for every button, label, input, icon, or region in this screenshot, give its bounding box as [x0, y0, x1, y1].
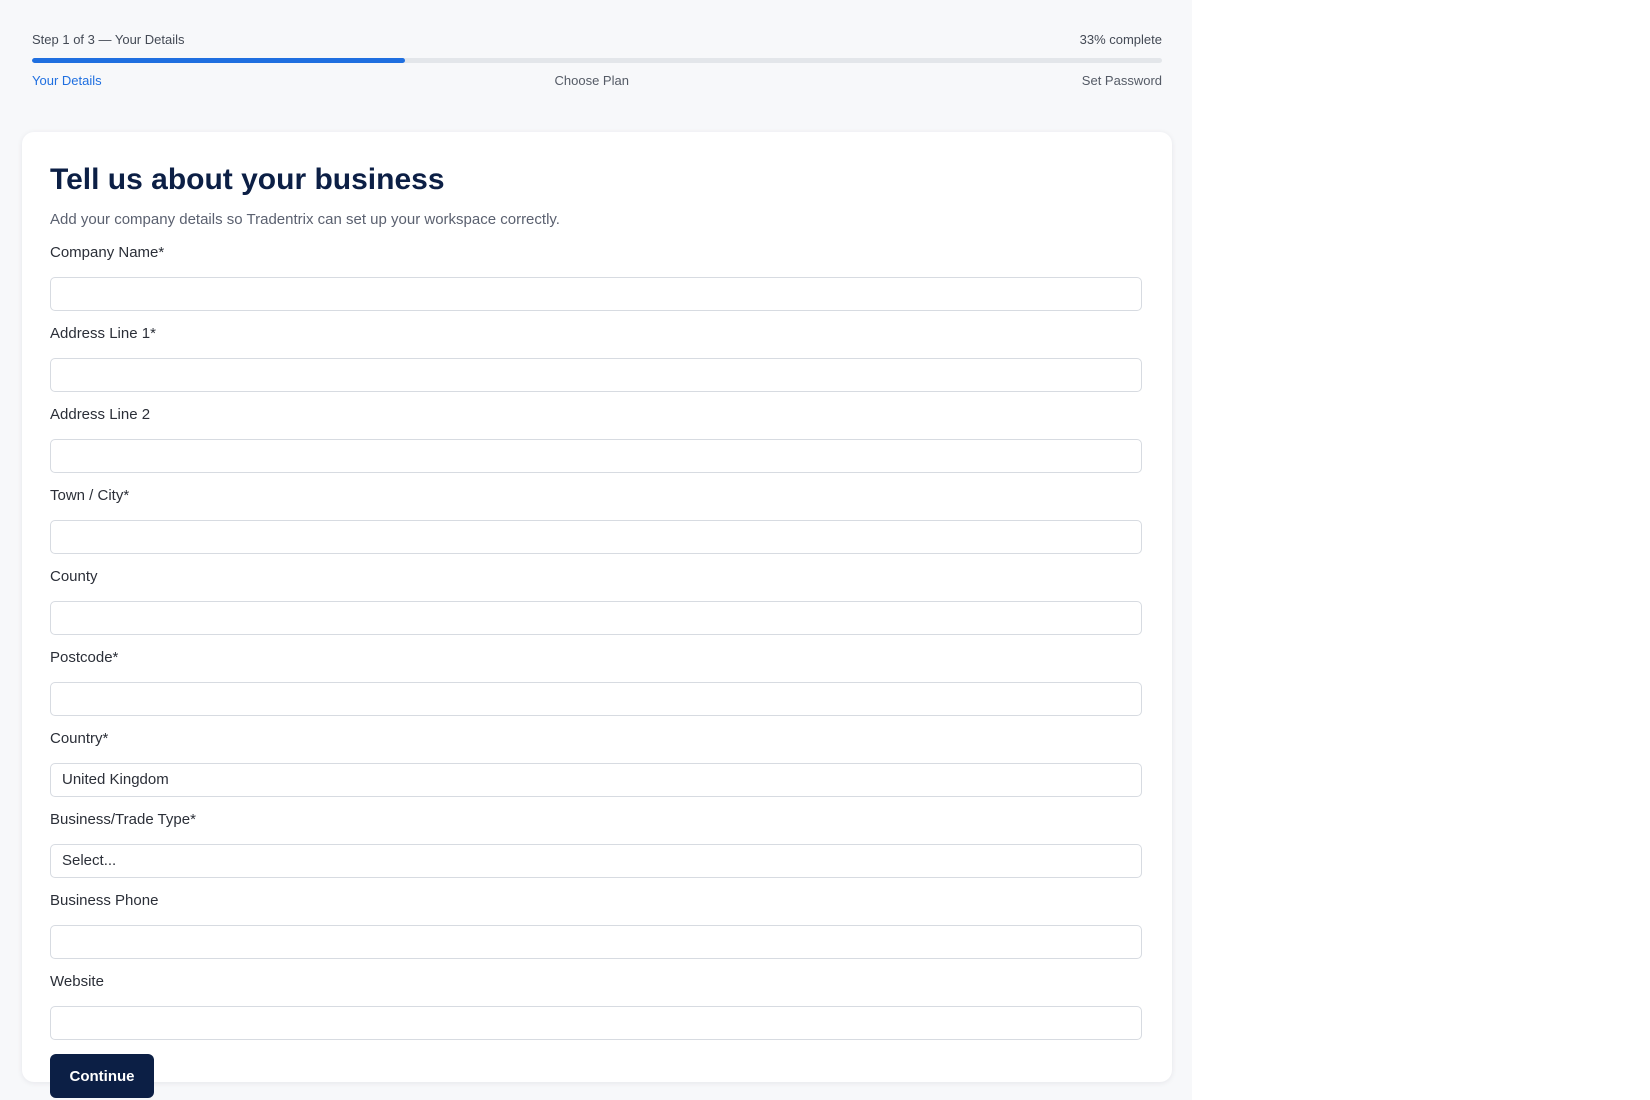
address-line-2-input[interactable] — [50, 439, 1142, 473]
website-label: Website — [50, 973, 104, 990]
website-group: Website — [50, 972, 1142, 1040]
progress-percent-text: 33% complete — [1079, 32, 1162, 47]
business-phone-group: Business Phone — [50, 891, 1142, 959]
step-indicator-text: Step 1 of 3 — Your Details — [32, 32, 185, 47]
address-line-2-label: Address Line 2 — [50, 406, 151, 423]
page-background: Step 1 of 3 — Your Details 33% complete … — [0, 0, 1192, 1100]
business-phone-label: Business Phone — [50, 892, 159, 909]
step-choose-plan: Choose Plan — [554, 73, 629, 88]
step-set-password: Set Password — [1081, 73, 1162, 88]
business-type-selected-value: Select... — [62, 852, 117, 869]
county-label: County — [50, 568, 98, 585]
address-line-1-group: Address Line 1* — [50, 324, 1142, 392]
progress-stepper: Step 1 of 3 — Your Details 33% complete … — [32, 30, 1162, 90]
country-label: Country* — [50, 730, 109, 747]
progress-bar-fill — [32, 58, 405, 63]
county-input[interactable] — [50, 601, 1142, 635]
page-subtitle: Add your company details so Tradentrix c… — [50, 211, 560, 228]
continue-button[interactable]: Continue — [50, 1054, 154, 1098]
address-line-1-label: Address Line 1* — [50, 325, 156, 342]
website-input[interactable] — [50, 1006, 1142, 1040]
county-group: County — [50, 567, 1142, 635]
page-title: Tell us about your business — [50, 163, 445, 196]
step-your-details: Your Details — [32, 73, 102, 88]
country-select[interactable]: United Kingdom — [50, 763, 1142, 797]
step-labels: Your Details Choose Plan Set Password — [32, 72, 1162, 90]
address-line-1-input[interactable] — [50, 358, 1142, 392]
country-group: Country* United Kingdom — [50, 729, 1142, 797]
progress-bar-track — [32, 58, 1162, 63]
address-line-2-group: Address Line 2 — [50, 405, 1142, 473]
form-container: Tell us about your business Add your com… — [50, 160, 1142, 1098]
business-phone-input[interactable] — [50, 925, 1142, 959]
company-name-group: Company Name* — [50, 243, 1142, 311]
postcode-input[interactable] — [50, 682, 1142, 716]
company-name-input[interactable] — [50, 277, 1142, 311]
country-selected-value: United Kingdom — [62, 771, 169, 788]
stepper-header: Step 1 of 3 — Your Details 33% complete — [32, 30, 1162, 50]
town-city-group: Town / City* — [50, 486, 1142, 554]
town-city-input[interactable] — [50, 520, 1142, 554]
company-name-label: Company Name* — [50, 244, 165, 261]
business-type-group: Business/Trade Type* Select... — [50, 810, 1142, 878]
postcode-label: Postcode* — [50, 649, 119, 666]
business-details-card: Tell us about your business Add your com… — [22, 132, 1172, 1098]
business-type-select[interactable]: Select... — [50, 844, 1142, 878]
postcode-group: Postcode* — [50, 648, 1142, 716]
town-city-label: Town / City* — [50, 487, 130, 504]
business-type-label: Business/Trade Type* — [50, 811, 196, 828]
